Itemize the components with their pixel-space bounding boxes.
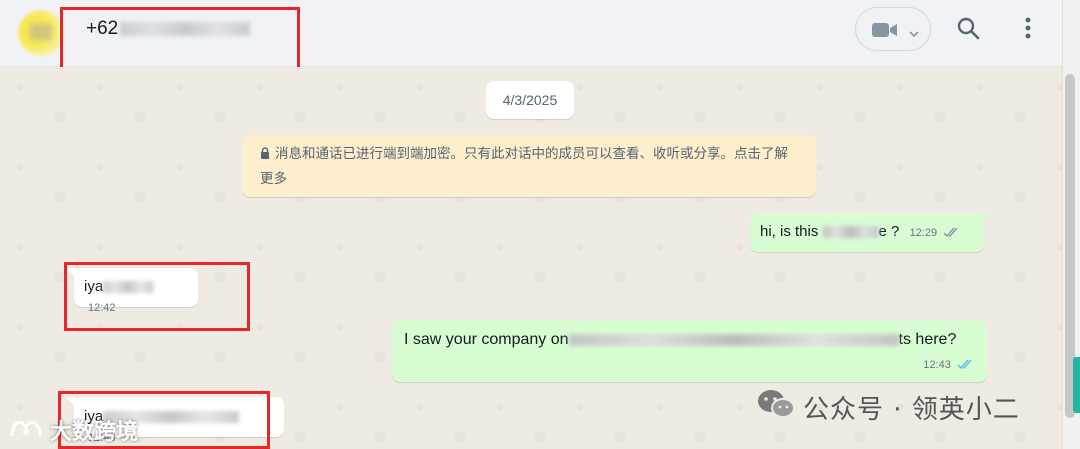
chevron-down-icon	[909, 25, 919, 43]
annotation-box-contact	[60, 7, 300, 70]
date-divider: 4/3/2025	[486, 81, 574, 119]
video-call-button[interactable]	[855, 7, 931, 51]
search-icon	[956, 16, 980, 45]
message-text-end: ts here?	[898, 331, 957, 348]
side-panel-tab[interactable]	[1073, 357, 1080, 413]
menu-button[interactable]	[1014, 14, 1042, 46]
message-text-end: e ?	[878, 223, 900, 240]
message-time: 12:29	[909, 227, 938, 239]
message-text: I saw your company on	[404, 331, 569, 348]
video-camera-icon	[872, 21, 898, 44]
wechat-icon	[757, 388, 795, 427]
encryption-notice[interactable]: 消息和通话已进行端到端加密。只有此对话中的成员可以查看、收听或分享。点击了解更多	[242, 135, 816, 197]
bubble-tail	[981, 213, 991, 223]
read-ticks-icon	[943, 225, 961, 242]
message-outgoing[interactable]: I saw your company on ts here? 12:43	[392, 320, 987, 382]
brand-logo-icon	[8, 414, 44, 446]
search-button[interactable]	[952, 14, 984, 46]
brand-watermark: 大数跨境	[8, 414, 138, 446]
message-outgoing[interactable]: hi, is this e ? 12:29	[750, 213, 984, 252]
brand-watermark-text: 大数跨境	[50, 420, 139, 445]
redacted-text	[568, 334, 899, 347]
annotation-box-reply-1	[64, 262, 250, 331]
message-text: hi, is this	[760, 223, 819, 240]
encryption-text: 消息和通话已进行端到端加密。只有此对话中的成员可以查看、收听或分享。点击了解更多	[260, 146, 788, 186]
lock-icon	[260, 143, 270, 167]
wechat-watermark-text: 公众号 · 领英小二	[803, 395, 1020, 425]
redacted-text	[822, 226, 879, 239]
message-time: 12:43	[923, 359, 951, 371]
kebab-menu-icon	[1025, 17, 1031, 44]
contact-avatar[interactable]	[18, 10, 64, 56]
read-ticks-icon	[957, 357, 975, 374]
wechat-watermark: 公众号 · 领英小二	[757, 388, 1020, 427]
